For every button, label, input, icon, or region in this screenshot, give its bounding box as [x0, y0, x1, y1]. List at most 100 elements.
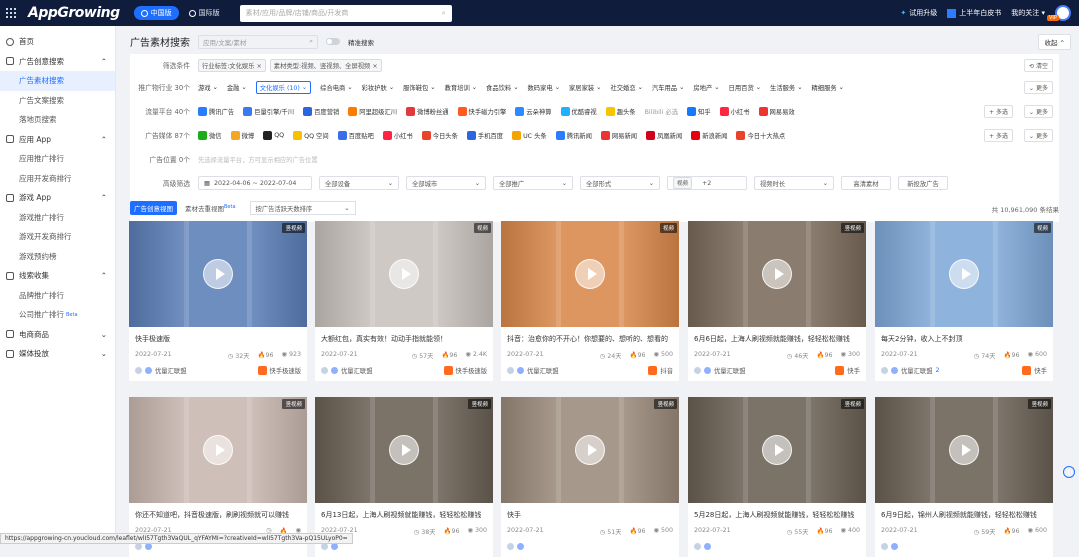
format-select[interactable]: 全部形式 ⌄ — [580, 176, 660, 190]
media-chip[interactable]: 新浪新闻 — [691, 130, 727, 140]
sidebar-item-ad-material-search[interactable]: 广告素材搜索 — [0, 71, 115, 91]
traffic-chip[interactable]: 微博粉丝通 — [406, 106, 449, 116]
media-chip[interactable]: 凤凰新闻 — [646, 130, 682, 140]
play-icon[interactable] — [203, 259, 233, 289]
play-icon[interactable] — [949, 435, 979, 465]
traffic-chip[interactable]: 快手磁力引擎 — [457, 106, 506, 116]
more-button[interactable]: ⌄ 更多 — [1024, 105, 1053, 118]
industry-chip[interactable]: 彩妆护肤 ⌄ — [362, 83, 394, 92]
collapse-button[interactable]: 收起 ⌃ — [1038, 34, 1071, 50]
ad-title[interactable]: 快手 — [507, 510, 673, 520]
condition-tag[interactable]: 素材类型:视频、竖视频、全屏视频 × — [269, 58, 382, 72]
sidebar-item-landing-search[interactable]: 落地页搜索 — [0, 110, 115, 130]
traffic-chip[interactable]: 百度营销 — [303, 106, 339, 116]
ad-thumbnail[interactable]: 竖视频 — [315, 397, 493, 503]
media-chip[interactable]: 小红书 — [382, 130, 413, 140]
device-select[interactable]: 全部设备 ⌄ — [319, 176, 399, 190]
media-chip[interactable]: 百度贴吧 — [337, 130, 374, 140]
ad-thumbnail[interactable]: 视频 — [501, 221, 679, 327]
industry-chip[interactable]: 房地产 ⌄ — [693, 83, 719, 92]
ad-card[interactable]: 竖视频 快手极速版 2022-07-21 ◷ 32天 🔥96 ◉ 923 优量汇联盟 快手极速… — [129, 221, 307, 381]
traffic-chip[interactable]: 阿里超级汇川 — [348, 106, 397, 116]
traffic-chip[interactable]: 知乎 — [687, 106, 711, 116]
sidebar-item-game-reserve[interactable]: 游戏预约榜 — [0, 247, 115, 267]
ad-thumbnail[interactable]: 竖视频 — [129, 397, 307, 503]
ad-title[interactable]: 6月9日起，锦州人刷视频就能赚钱，轻轻松松赚钱 — [881, 510, 1047, 520]
more-button[interactable]: ⌄ 更多 — [1024, 129, 1053, 142]
ad-title[interactable]: 6月13日起，上海人刷视频就能赚钱，轻轻松松赚钱 — [321, 510, 487, 520]
tab-material-view[interactable]: 素材去重视图Beta — [181, 201, 240, 215]
ad-source[interactable]: 优量汇联盟 — [527, 366, 558, 375]
apps-grid-icon[interactable] — [6, 8, 16, 18]
region-cn-button[interactable]: 中国版 — [133, 6, 179, 20]
ad-card[interactable]: 竖视频 6月9日起，锦州人刷视频就能赚钱，轻轻松松赚钱 2022-07-21 ◷ 59… — [875, 397, 1053, 557]
city-select[interactable]: 全部城市 ⌄ — [406, 176, 486, 190]
keyword-input[interactable]: 应用/文案/素材 ⌕ — [198, 34, 318, 49]
media-chip[interactable]: 微信 — [198, 130, 222, 140]
sidebar-group-ecommerce[interactable]: 电商商品 ⌄ — [0, 325, 115, 345]
traffic-chip[interactable]: 优酷睿视 — [560, 106, 597, 116]
sidebar-group-media[interactable]: 媒体投放 ⌄ — [0, 344, 115, 364]
multi-select-button[interactable]: + 多选 — [984, 129, 1013, 142]
whitepaper-link[interactable]: 上半年白皮书 — [947, 8, 1001, 18]
search-icon[interactable]: ⌕ — [442, 9, 446, 18]
ad-source[interactable]: 优量汇联盟 — [341, 366, 372, 375]
industry-chip[interactable]: 服饰鞋包 ⌄ — [403, 83, 435, 92]
ad-thumbnail[interactable]: 视频 — [315, 221, 493, 327]
traffic-chip[interactable]: 云朵神算 — [515, 106, 552, 116]
media-chip[interactable]: 网易新闻 — [600, 130, 637, 140]
sidebar-item-company-rank[interactable]: 公司推广排行 Beta — [0, 305, 115, 325]
play-icon[interactable] — [389, 259, 419, 289]
media-chip[interactable]: 微博 — [230, 130, 254, 140]
ad-app-name[interactable]: 快手 — [1034, 366, 1047, 375]
play-icon[interactable] — [762, 435, 792, 465]
ad-source[interactable]: 优量汇联盟 — [901, 366, 932, 375]
media-chip[interactable]: UC 头条 — [512, 130, 547, 140]
promotion-select[interactable]: 全部推广 ⌄ — [493, 176, 573, 190]
ad-thumbnail[interactable]: 竖视频 — [688, 397, 866, 503]
industry-chip[interactable]: 数码家电 ⌄ — [528, 83, 560, 92]
condition-tag[interactable]: 行业标签:文化娱乐 × — [198, 58, 266, 72]
sidebar-group-creative[interactable]: 广告创意搜索 ⌃ — [0, 52, 115, 72]
sidebar-item-ad-copy-search[interactable]: 广告文案搜索 — [0, 91, 115, 111]
play-icon[interactable] — [575, 435, 605, 465]
sidebar-group-leads[interactable]: 线索收集 ⌃ — [0, 266, 115, 286]
media-chip[interactable]: QQ — [263, 130, 284, 140]
exact-search-toggle[interactable] — [326, 38, 340, 45]
ad-app-name[interactable]: 快手 — [847, 366, 860, 375]
industry-chip-selected[interactable]: 文化娱乐 (10) ⌄ — [255, 80, 312, 94]
ad-app-name[interactable]: 快手极速版 — [456, 366, 487, 375]
ad-app-name[interactable]: 抖音 — [660, 366, 673, 375]
new-ads-filter-button[interactable]: 新投放广告 — [898, 176, 948, 190]
traffic-chip[interactable]: 腾讯广告 — [198, 106, 234, 116]
ad-thumbnail[interactable]: 竖视频 — [688, 221, 866, 327]
ad-title[interactable]: 6月6日起，上海人刷视频就能赚钱，轻轻松松赚钱 — [694, 334, 860, 344]
traffic-chip[interactable]: 趣头条 — [605, 106, 636, 116]
extra-count[interactable]: 2 — [935, 367, 939, 374]
traffic-chip[interactable]: Bilibili 必选 — [645, 107, 678, 116]
play-icon[interactable] — [203, 435, 233, 465]
clear-button[interactable]: ⟲ 清空 — [1024, 59, 1053, 72]
industry-chip[interactable]: 食品饮料 ⌄ — [486, 83, 518, 92]
ad-title[interactable]: 大额红包，真实有效！动动手指就能领！ — [321, 334, 487, 344]
ad-thumbnail[interactable]: 竖视频 — [501, 397, 679, 503]
tab-creative-view[interactable]: 广告创意视图 — [130, 201, 177, 215]
multi-select-button[interactable]: + 多选 — [984, 105, 1013, 118]
industry-chip[interactable]: 精细服务 ⌄ — [811, 83, 843, 92]
ad-source[interactable]: 优量汇联盟 — [714, 366, 745, 375]
sidebar-item-app-dev-rank[interactable]: 应用开发商排行 — [0, 169, 115, 189]
traffic-chip[interactable]: 网易易效 — [758, 106, 795, 116]
industry-chip[interactable]: 汽车用品 ⌄ — [652, 83, 684, 92]
traffic-chip[interactable]: 巨量引擎/千川 — [243, 106, 294, 116]
my-follow-dropdown[interactable]: 我的关注 ▾ — [1011, 8, 1045, 18]
industry-chip[interactable]: 综合电商 ⌄ — [320, 83, 352, 92]
play-icon[interactable] — [575, 259, 605, 289]
media-chip[interactable]: 手机百度 — [466, 130, 503, 140]
hq-filter-button[interactable]: 高清素材 — [841, 176, 891, 190]
ad-thumbnail[interactable]: 视频 — [875, 221, 1053, 327]
sidebar-group-game[interactable]: 游戏 App ⌃ — [0, 188, 115, 208]
media-chip[interactable]: 腾讯新闻 — [555, 130, 592, 140]
region-intl-button[interactable]: 国际版 — [188, 8, 220, 18]
ad-card[interactable]: 竖视频 快手 2022-07-21 ◷ 51天 🔥96 ◉ 500 — [501, 397, 679, 557]
ad-card[interactable]: 视频 抖音：治愈你的不开心！你想要的、想听的、想看的 2022-07-21 ◷ 24天… — [501, 221, 679, 381]
